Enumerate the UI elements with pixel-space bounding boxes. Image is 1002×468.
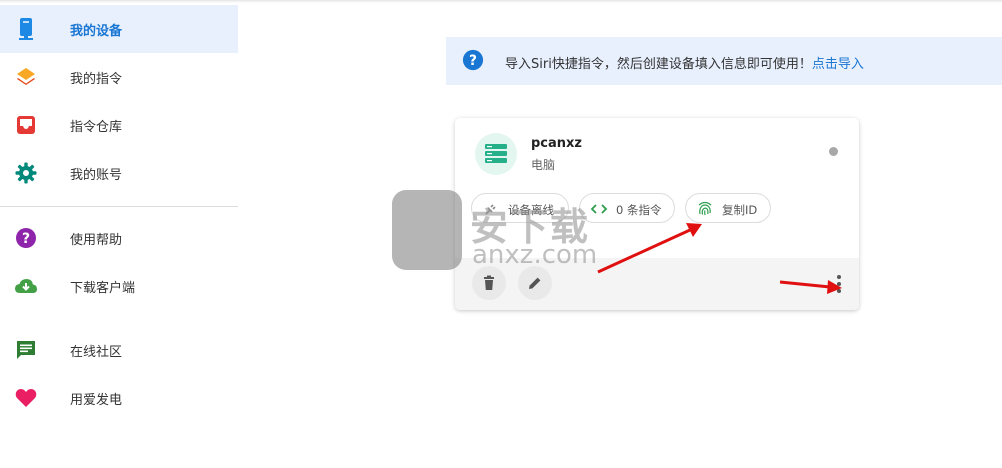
svg-text:?: ? bbox=[469, 53, 477, 69]
device-status-dot bbox=[829, 147, 838, 156]
sidebar-item-label: 使用帮助 bbox=[70, 233, 123, 248]
sidebar-item-download-client[interactable]: 下载客户端 bbox=[0, 262, 238, 310]
chip-label: 0 条指令 bbox=[616, 203, 662, 217]
import-info-banner: ? 导入Siri快捷指令，然后创建设备填入信息即可使用！点击导入 bbox=[446, 37, 1002, 85]
banner-text: 导入Siri快捷指令，然后创建设备填入信息即可使用！点击导入 bbox=[505, 53, 864, 72]
sidebar-item-label: 指令仓库 bbox=[70, 120, 123, 135]
sidebar-item-label: 下载客户端 bbox=[70, 281, 136, 296]
plug-off-icon bbox=[485, 204, 496, 215]
layers-icon bbox=[17, 68, 35, 85]
sidebar: 我的设备 我的指令 指令仓库 我的账号 ? 使用帮助 下载客户端 在线社区 用爱… bbox=[0, 0, 238, 468]
sidebar-item-community[interactable]: 在线社区 bbox=[0, 326, 238, 374]
heart-icon bbox=[15, 389, 37, 407]
card-footer bbox=[455, 258, 859, 310]
edit-button[interactable] bbox=[518, 266, 552, 300]
gear-icon bbox=[15, 162, 37, 184]
sidebar-item-label: 用爱发电 bbox=[70, 393, 123, 408]
server-icon bbox=[485, 144, 507, 163]
sidebar-item-label: 我的设备 bbox=[70, 24, 123, 39]
phone-device-icon bbox=[19, 18, 33, 40]
shield-logo-icon bbox=[392, 190, 462, 270]
sidebar-item-donate[interactable]: 用爱发电 bbox=[0, 374, 238, 422]
trash-icon bbox=[484, 275, 494, 290]
cloud-download-icon bbox=[15, 279, 37, 293]
fingerprint-icon bbox=[698, 201, 712, 216]
copy-id-chip[interactable]: 复制ID bbox=[685, 193, 771, 223]
device-type: 电脑 bbox=[531, 158, 556, 172]
more-vert-icon[interactable] bbox=[833, 272, 845, 296]
sidebar-item-my-devices[interactable]: 我的设备 bbox=[0, 5, 238, 53]
sidebar-item-my-commands[interactable]: 我的指令 bbox=[0, 53, 238, 101]
device-name: pcanxz bbox=[531, 136, 582, 151]
import-link[interactable]: 点击导入 bbox=[812, 57, 864, 72]
svg-text:?: ? bbox=[22, 231, 30, 247]
help-circle-icon: ? bbox=[462, 49, 484, 71]
code-icon bbox=[590, 204, 608, 214]
commands-chip[interactable]: 0 条指令 bbox=[579, 193, 675, 223]
device-card[interactable]: pcanxz 电脑 设备离线 0 条指令 复制ID bbox=[455, 118, 859, 310]
sidebar-item-help[interactable]: ? 使用帮助 bbox=[0, 214, 238, 262]
sidebar-item-command-store[interactable]: 指令仓库 bbox=[0, 101, 238, 149]
chat-icon bbox=[17, 341, 35, 359]
chip-label: 设备离线 bbox=[508, 203, 554, 217]
sidebar-item-my-account[interactable]: 我的账号 bbox=[0, 149, 238, 197]
sidebar-item-label: 我的指令 bbox=[70, 72, 123, 87]
banner-message: 导入Siri快捷指令，然后创建设备填入信息即可使用！ bbox=[505, 57, 812, 72]
help-circle-icon: ? bbox=[16, 228, 36, 248]
chip-label: 复制ID bbox=[722, 203, 758, 217]
sidebar-item-label: 在线社区 bbox=[70, 345, 123, 360]
device-avatar bbox=[475, 133, 517, 175]
sidebar-divider bbox=[0, 206, 238, 207]
pencil-icon bbox=[529, 277, 541, 289]
offline-chip[interactable]: 设备离线 bbox=[471, 193, 569, 223]
delete-button[interactable] bbox=[472, 266, 506, 300]
inbox-icon bbox=[17, 116, 35, 134]
sidebar-item-label: 我的账号 bbox=[70, 168, 123, 183]
